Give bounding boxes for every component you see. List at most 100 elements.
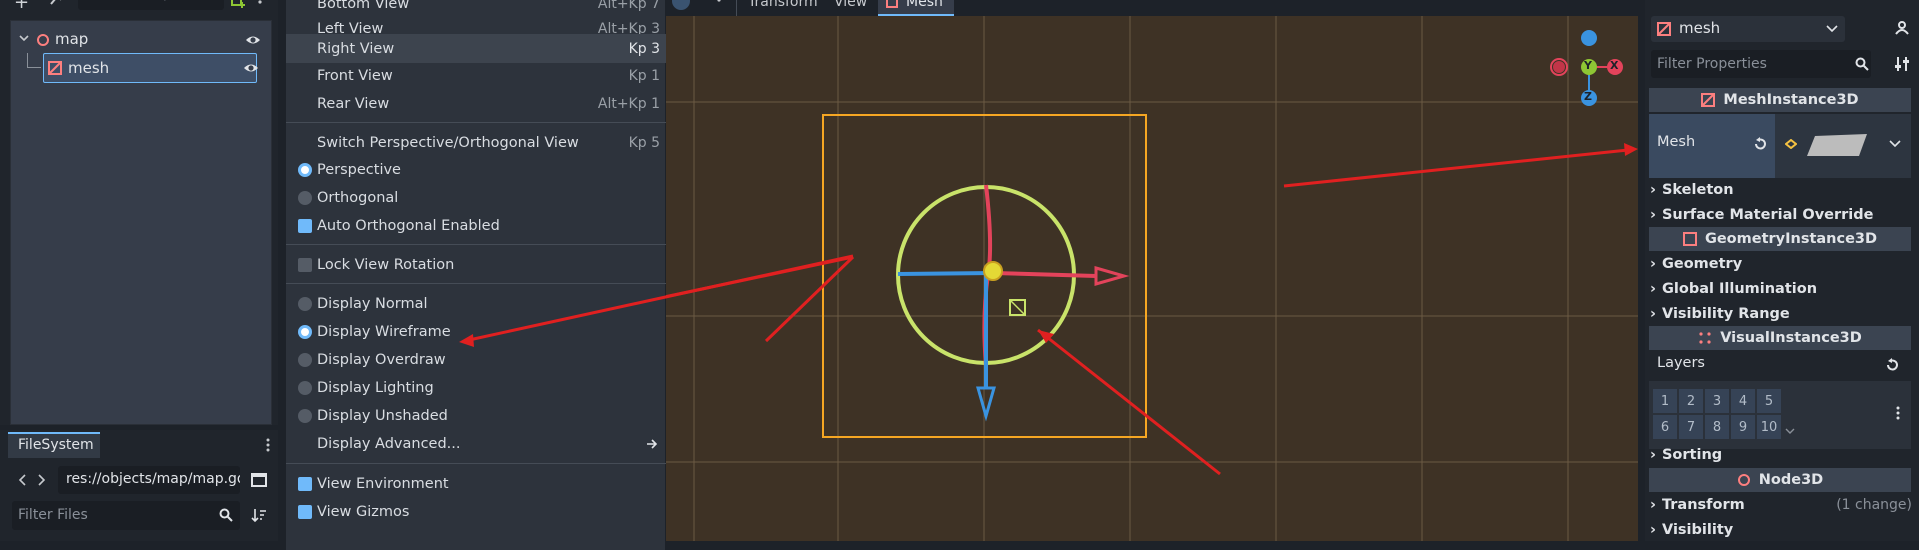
- sort-icon[interactable]: [251, 507, 267, 523]
- panel-menu-icon[interactable]: [265, 437, 271, 453]
- toolbar-divider: [736, 0, 737, 16]
- chevron-down-icon[interactable]: [1785, 428, 1795, 436]
- node-signal-icon[interactable]: [1894, 20, 1910, 36]
- filter-properties-input[interactable]: Filter Properties: [1651, 50, 1871, 78]
- tab-transform[interactable]: Transform: [748, 0, 818, 16]
- section-visibility-range[interactable]: › Visibility Range: [1650, 302, 1912, 326]
- scene-panel: + Filter: name, t:t map mesh: [0, 0, 278, 425]
- layer-5[interactable]: 5: [1757, 389, 1781, 413]
- menu-item-right-view[interactable]: Right View Kp 3: [286, 34, 666, 63]
- annotation-arrow: [1283, 148, 1629, 188]
- property-options-icon[interactable]: [1894, 56, 1910, 72]
- viewport-options-icon[interactable]: [672, 0, 690, 10]
- radio-icon: [298, 190, 312, 205]
- submenu-arrow-icon: [646, 439, 658, 449]
- gizmo-axis-x: [993, 271, 1097, 278]
- scene-filter-input[interactable]: Filter: name, t:t: [78, 0, 224, 10]
- visibility-eye-icon[interactable]: [245, 33, 261, 49]
- add-node-icon[interactable]: +: [14, 0, 34, 13]
- mesh-instance-icon: [48, 61, 62, 75]
- tree-node-map[interactable]: map: [11, 27, 273, 53]
- menu-item-display-overdraw[interactable]: Display Overdraw: [286, 346, 666, 373]
- menu-separator: [286, 463, 666, 464]
- split-view-icon[interactable]: [251, 472, 267, 488]
- instance-scene-icon[interactable]: [230, 0, 246, 8]
- menu-item-display-lighting[interactable]: Display Lighting: [286, 374, 666, 401]
- visual-instance-icon: [1699, 332, 1711, 344]
- checkbox-icon: [298, 257, 312, 272]
- node-selector-label: mesh: [1679, 19, 1721, 37]
- layer-4[interactable]: 4: [1731, 389, 1755, 413]
- section-skeleton[interactable]: › Skeleton: [1650, 178, 1912, 202]
- radio-selected-icon: [298, 162, 312, 177]
- section-transform[interactable]: › Transform (1 change): [1650, 493, 1912, 517]
- revert-icon[interactable]: [1885, 358, 1899, 372]
- layer-2[interactable]: 2: [1679, 389, 1703, 413]
- node3d-icon: [1737, 474, 1750, 486]
- scene-menu-icon[interactable]: [256, 0, 264, 8]
- tree-node-label: map: [55, 30, 89, 48]
- menu-item-display-advanced[interactable]: Display Advanced...: [286, 430, 666, 457]
- menu-item-rear-view[interactable]: Rear View Alt+Kp 1: [286, 90, 666, 117]
- link-icon[interactable]: [48, 0, 64, 8]
- menu-item-view-environment[interactable]: View Environment: [286, 470, 666, 497]
- tree-node-mesh[interactable]: mesh: [43, 53, 257, 83]
- tree-line: [27, 53, 28, 67]
- section-surface-material[interactable]: › Surface Material Override: [1650, 203, 1912, 227]
- checkbox-checked-icon: [298, 504, 312, 519]
- chevron-down-icon[interactable]: [19, 33, 29, 43]
- filesystem-path-field[interactable]: res://objects/map/map.gd: [58, 466, 240, 494]
- section-sorting[interactable]: › Sorting: [1650, 443, 1912, 467]
- section-geometry[interactable]: › Geometry: [1650, 252, 1912, 276]
- section-visualinstance3d: VisualInstance3D: [1649, 326, 1911, 350]
- layer-9[interactable]: 9: [1731, 415, 1755, 439]
- transform-changes-count: (1 change): [1836, 497, 1912, 513]
- gizmo-arrow-x: [1094, 266, 1130, 286]
- viewport-menu-icon[interactable]: [716, 0, 722, 6]
- mesh-resource-preview[interactable]: [1805, 132, 1869, 158]
- tab-view[interactable]: View: [834, 0, 867, 16]
- layer-8[interactable]: 8: [1705, 415, 1729, 439]
- orient-label-y: Y: [1584, 59, 1592, 72]
- resource-type-icon: [1785, 139, 1797, 149]
- tab-mesh: Mesh: [906, 0, 943, 10]
- menu-item-perspective[interactable]: Perspective: [286, 156, 666, 183]
- section-global-illumination[interactable]: › Global Illumination: [1650, 277, 1912, 301]
- layer-7[interactable]: 7: [1679, 415, 1703, 439]
- menu-item-front-view[interactable]: Front View Kp 1: [286, 62, 666, 89]
- menu-separator: [286, 244, 666, 245]
- layers-label: Layers: [1657, 355, 1705, 371]
- history-forward-icon[interactable]: [36, 473, 46, 487]
- orient-label-x: X: [1610, 59, 1619, 72]
- layer-10[interactable]: 10: [1757, 415, 1781, 439]
- menu-item-switch-perspective[interactable]: Switch Perspective/Orthogonal View Kp 5: [286, 129, 666, 156]
- mesh-instance-icon: [1701, 93, 1716, 107]
- layer-6[interactable]: 6: [1653, 415, 1677, 439]
- tab-filesystem[interactable]: FileSystem: [8, 432, 100, 458]
- history-back-icon[interactable]: [18, 473, 28, 487]
- filesystem-filter-input[interactable]: Filter Files: [12, 501, 240, 530]
- chevron-down-icon[interactable]: [1889, 140, 1901, 148]
- mesh-property-row: Mesh: [1649, 114, 1911, 178]
- layer-1[interactable]: 1: [1653, 389, 1677, 413]
- tab-mesh-container[interactable]: Mesh: [878, 0, 954, 16]
- radio-selected-icon: [298, 324, 312, 339]
- annotation-arrow-menu: [459, 254, 854, 347]
- radio-icon: [298, 352, 312, 367]
- menu-item-view-gizmos[interactable]: View Gizmos: [286, 498, 666, 525]
- revert-icon[interactable]: [1753, 137, 1767, 151]
- tree-line: [27, 67, 41, 68]
- section-visibility[interactable]: › Visibility: [1650, 518, 1912, 542]
- layer-3[interactable]: 3: [1705, 389, 1729, 413]
- layers-menu-icon[interactable]: [1895, 405, 1901, 421]
- tree-node-label: mesh: [68, 59, 110, 77]
- menu-item-auto-orthogonal[interactable]: Auto Orthogonal Enabled: [286, 212, 666, 239]
- annotation-arrow: [1037, 328, 1221, 476]
- checkbox-checked-icon: [298, 476, 312, 491]
- menu-item-orthogonal[interactable]: Orthogonal: [286, 184, 666, 211]
- section-node3d: Node3D: [1649, 468, 1911, 492]
- node-selector[interactable]: mesh: [1651, 16, 1845, 42]
- section-meshinstance3d: MeshInstance3D: [1649, 88, 1911, 112]
- menu-item-display-unshaded[interactable]: Display Unshaded: [286, 402, 666, 429]
- visibility-eye-icon[interactable]: [243, 61, 259, 77]
